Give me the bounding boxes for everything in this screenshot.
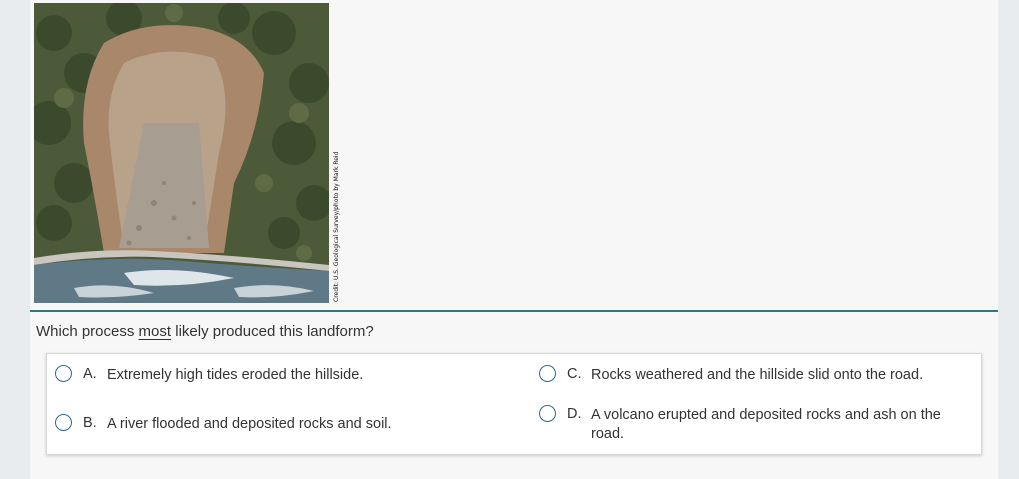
option-c[interactable]: C. Rocks weathered and the hillside slid… (539, 365, 924, 385)
question-text: Which process most likely produced this … (36, 323, 374, 340)
stimulus-area: Credit: U.S. Geological Survey/photo by … (30, 0, 998, 311)
radio-icon[interactable] (55, 365, 72, 382)
option-text: A volcano erupted and deposited rocks an… (591, 407, 941, 442)
question-panel: Credit: U.S. Geological Survey/photo by … (30, 0, 998, 479)
option-letter: A. (83, 366, 97, 382)
option-text: A river flooded and deposited rocks and … (107, 416, 392, 432)
option-letter: B. (83, 415, 97, 431)
option-letter: C. (567, 366, 582, 382)
option-letter: D. (567, 406, 582, 422)
option-text: Extremely high tides eroded the hillside… (107, 367, 364, 383)
question-emphasis: most (138, 323, 172, 340)
question-text-end: likely produced this landform? (171, 323, 374, 340)
answer-choices: A. Extremely high tides eroded the hills… (46, 353, 982, 455)
option-d[interactable]: D. A volcano erupted and deposited rocks… (539, 405, 959, 444)
landslide-photo (34, 3, 329, 303)
section-divider (30, 310, 998, 312)
question-text-start: Which process (36, 323, 139, 340)
radio-icon[interactable] (539, 405, 556, 422)
radio-icon[interactable] (55, 414, 72, 431)
radio-icon[interactable] (539, 365, 556, 382)
photo-credit: Credit: U.S. Geological Survey/photo by … (333, 151, 340, 302)
option-text: Rocks weathered and the hillside slid on… (591, 367, 924, 383)
option-b[interactable]: B. A river flooded and deposited rocks a… (55, 414, 392, 434)
option-a[interactable]: A. Extremely high tides eroded the hills… (55, 365, 364, 385)
page-margin (998, 0, 1019, 479)
